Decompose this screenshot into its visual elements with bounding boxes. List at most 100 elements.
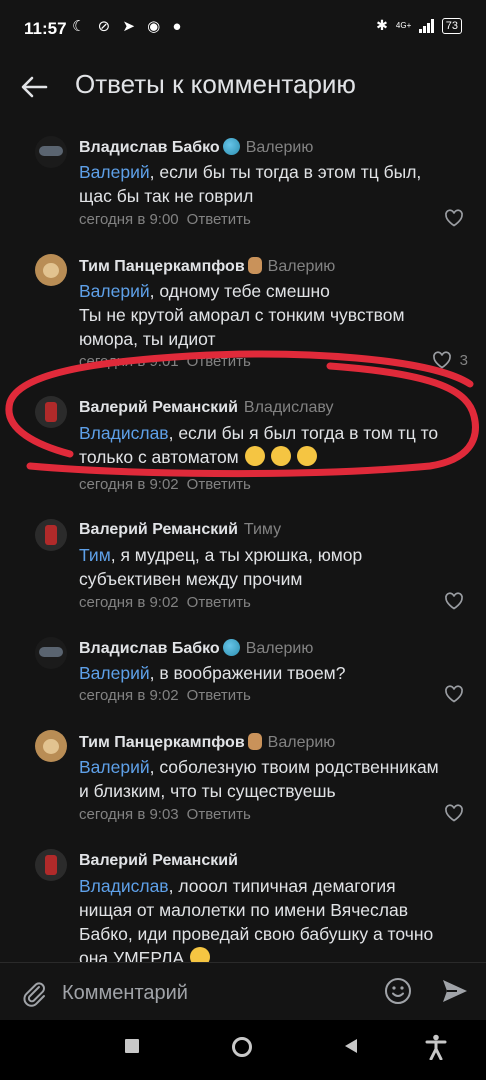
like-heart-icon[interactable] [444, 209, 464, 227]
send-icon[interactable] [440, 977, 470, 1005]
author-name[interactable]: Тим Панцеркампфов [79, 734, 245, 751]
author-name[interactable]: Тим Панцеркампфов [79, 258, 245, 275]
text-line: нищая от малолетки по имени Вячеслав [79, 900, 409, 920]
accessibility-icon[interactable] [425, 1034, 447, 1060]
recents-square-icon[interactable] [124, 1038, 140, 1054]
comment-header: Валерий Реманский Владиславу [79, 399, 333, 417]
signal-icon [419, 18, 434, 33]
comment-header: Владислав Бабко Валерию [79, 138, 313, 157]
reply-button[interactable]: Ответить [187, 806, 251, 823]
avatar[interactable] [35, 730, 67, 762]
text-line: Бабко, иди проведай свою бабушку а точно [79, 924, 434, 944]
comment-header: Тим Панцеркампфов Валерию [79, 733, 335, 752]
mention-link[interactable]: Владислав [79, 423, 169, 443]
reply-button[interactable]: Ответить [187, 476, 251, 493]
text-line: , если бы я был тогда в том тц то [168, 423, 439, 443]
comment-text: Владислав, лооол типичная демагогия нища… [79, 874, 433, 962]
text-line: , в воображении твоем? [149, 663, 346, 683]
comment-time: сегодня в 9:00 [79, 211, 179, 228]
system-navigation-bar [0, 1020, 486, 1080]
comment-time: сегодня в 9:02 [79, 594, 179, 611]
mention-link[interactable]: Валерий [79, 162, 150, 182]
like-heart-icon[interactable] [444, 685, 464, 703]
mention-link[interactable]: Валерий [79, 663, 150, 683]
reply-to: Валерию [267, 258, 336, 275]
status-bar: 11:57 ☾ ⊘ ➤ ◉ ● ✱ 4G+ 73 [0, 0, 486, 58]
grin-emoji-icon [244, 446, 265, 466]
page-title: Ответы к комментарию [75, 69, 356, 99]
text-line: Ты не крутой аморал с тонким чувством [79, 305, 405, 325]
like-heart-icon[interactable] [432, 351, 452, 369]
comment-header: Валерий Реманский Тиму [79, 521, 281, 539]
globe-emoji-icon [222, 639, 240, 656]
text-line: щас бы так не говрил [79, 186, 254, 206]
text-line: , я мудрец, а ты хрюшка, юмор [110, 545, 363, 565]
comment-input[interactable] [60, 975, 364, 1011]
reply-to: Валерию [245, 139, 314, 156]
reply-button[interactable]: Ответить [187, 353, 251, 370]
author-name[interactable]: Владислав Бабко [79, 139, 220, 156]
comment-text: Валерий, соболезную твоим родственникам … [79, 755, 439, 803]
app-header: Ответы к комментарию [0, 58, 486, 116]
comment-header: Валерий Реманский [79, 852, 238, 870]
text-line: юмора, ты идиот [79, 329, 216, 349]
globe-emoji-icon [222, 138, 240, 155]
comment-meta: сегодня в 9:02 Ответить [79, 594, 251, 611]
reply-button[interactable]: Ответить [187, 687, 251, 704]
paperclip-icon[interactable] [20, 979, 48, 1007]
avatar[interactable] [35, 136, 67, 168]
status-right: ✱ 4G+ 73 [376, 17, 462, 34]
text-line: субъективен между прочим [79, 569, 303, 589]
avatar[interactable] [35, 254, 67, 286]
text-line: она УМЕРЛА [79, 948, 185, 962]
comment-text: Валерий, в воображении твоем? [79, 661, 345, 685]
emoji-smile-icon[interactable] [383, 976, 413, 1006]
comment-text: Валерий, одному тебе смешно Ты не крутой… [79, 279, 405, 351]
comment-text: Тим, я мудрец, а ты хрюшка, юмор субъект… [79, 543, 362, 591]
mention-link[interactable]: Владислав [79, 876, 169, 896]
text-line: , соболезную твоим родственникам [149, 757, 439, 777]
mention-link[interactable]: Валерий [79, 281, 150, 301]
reply-button[interactable]: Ответить [187, 594, 251, 611]
reply-to: Тиму [243, 521, 282, 538]
text-line: , лооол типичная демагогия [168, 876, 396, 896]
notification-icons: ☾ ⊘ ➤ ◉ ● [72, 18, 186, 35]
comments-list[interactable]: Владислав Бабко Валерию Валерий, если бы … [0, 116, 486, 962]
reply-button[interactable]: Ответить [187, 211, 251, 228]
comment-time: сегодня в 9:02 [79, 687, 179, 704]
comment-meta: сегодня в 9:01 Ответить [79, 353, 251, 370]
back-triangle-icon[interactable] [343, 1038, 359, 1054]
mention-link[interactable]: Валерий [79, 757, 150, 777]
text-line: , одному тебе смешно [149, 281, 330, 301]
reply-to: Валерию [267, 734, 336, 751]
grin-emoji-icon [190, 947, 211, 962]
comment-text: Валерий, если бы ты тогда в этом тц был,… [79, 160, 421, 208]
comment-header: Тим Панцеркампфов Валерию [79, 257, 335, 276]
comment-time: сегодня в 9:02 [79, 476, 179, 493]
comment-text: Владислав, если бы я был тогда в том тц … [79, 421, 438, 469]
comment-meta: сегодня в 9:02 Ответить [79, 687, 251, 704]
like-count: 3 [459, 352, 468, 369]
author-name[interactable]: Владислав Бабко [79, 640, 220, 657]
author-name[interactable]: Валерий Реманский [79, 852, 238, 869]
comment-meta: сегодня в 9:02 Ответить [79, 476, 251, 493]
back-arrow-icon[interactable] [18, 72, 50, 102]
mention-link[interactable]: Тим [79, 545, 111, 565]
comment-meta: сегодня в 9:00 Ответить [79, 211, 251, 228]
comment-composer [0, 962, 486, 1021]
reply-to: Валерию [245, 640, 314, 657]
like-heart-icon[interactable] [444, 804, 464, 822]
avatar[interactable] [35, 396, 67, 428]
network-type: 4G+ [395, 20, 412, 30]
avatar[interactable] [35, 849, 67, 881]
grin-emoji-icon [296, 446, 317, 466]
bluetooth-icon: ✱ [376, 17, 388, 33]
avatar[interactable] [35, 519, 67, 551]
author-name[interactable]: Валерий Реманский [79, 399, 238, 416]
like-heart-icon[interactable] [444, 592, 464, 610]
author-name[interactable]: Валерий Реманский [79, 521, 238, 538]
home-circle-icon[interactable] [231, 1036, 253, 1058]
battery-icon: 73 [441, 17, 462, 34]
avatar[interactable] [35, 637, 67, 669]
text-line: только с автоматом [79, 447, 239, 467]
